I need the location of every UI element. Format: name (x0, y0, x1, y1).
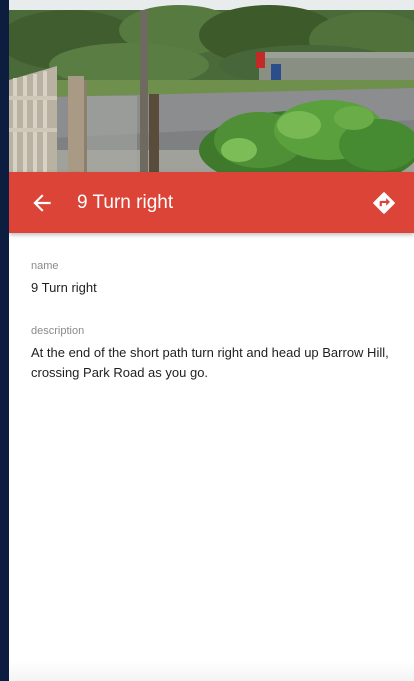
description-field: description At the end of the short path… (31, 324, 391, 383)
app-frame: 9 Turn right name 9 Turn right descripti… (0, 0, 414, 681)
name-value: 9 Turn right (31, 280, 97, 295)
hero-image (9, 0, 414, 172)
bottom-shade (9, 661, 414, 681)
back-button[interactable] (29, 190, 55, 216)
left-rail (0, 0, 9, 681)
directions-button[interactable] (371, 190, 397, 216)
description-value: At the end of the short path turn right … (31, 345, 389, 380)
name-field: name 9 Turn right (31, 259, 391, 298)
description-label: description (31, 325, 85, 337)
app-bar: 9 Turn right (9, 172, 414, 233)
page-title: 9 Turn right (77, 192, 174, 213)
name-label: name (31, 260, 59, 272)
detail-content: name 9 Turn right description At the end… (9, 233, 414, 681)
directions-icon (371, 190, 397, 216)
arrow-left-icon (29, 190, 55, 216)
